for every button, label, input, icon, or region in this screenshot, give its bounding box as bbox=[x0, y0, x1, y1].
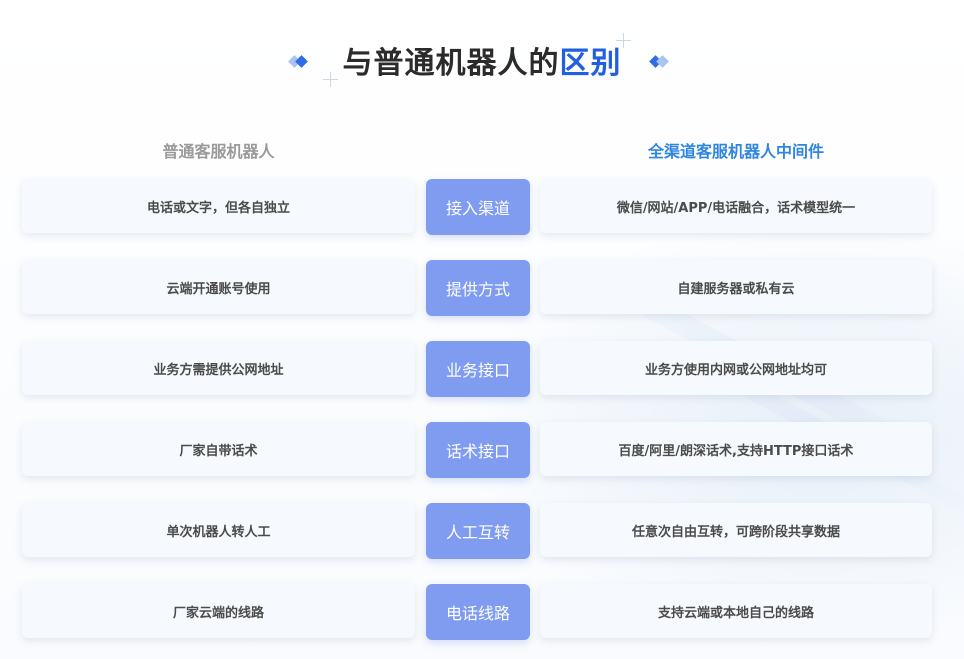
normal-bot-cell: 厂家云端的线路 bbox=[22, 584, 415, 638]
background bbox=[0, 0, 964, 659]
page-title-main: 与普通机器人的 bbox=[342, 46, 560, 81]
comparison-row: 云端开通账号使用 提供方式 自建服务器或私有云 bbox=[0, 260, 964, 316]
omnichannel-bot-cell: 支持云端或本地自己的线路 bbox=[540, 584, 932, 638]
column-header-normal-bot: 普通客服机器人 bbox=[162, 142, 275, 161]
normal-bot-cell: 厂家自带话术 bbox=[22, 422, 415, 476]
feature-label: 电话线路 bbox=[426, 584, 530, 640]
page-title: 与普通机器人的区别 bbox=[0, 38, 964, 94]
feature-label: 接入渠道 bbox=[426, 179, 530, 235]
feature-label: 话术接口 bbox=[426, 422, 530, 478]
normal-bot-cell: 单次机器人转人工 bbox=[22, 503, 415, 557]
normal-bot-cell: 云端开通账号使用 bbox=[22, 260, 415, 314]
comparison-row: 电话或文字，但各自独立 接入渠道 微信/网站/APP/电话融合，话术模型统一 bbox=[0, 179, 964, 235]
feature-label: 业务接口 bbox=[426, 341, 530, 397]
comparison-row: 业务方需提供公网地址 业务接口 业务方使用内网或公网地址均可 bbox=[0, 341, 964, 397]
feature-label: 人工互转 bbox=[426, 503, 530, 559]
omnichannel-bot-cell: 百度/阿里/朗深话术,支持HTTP接口话术 bbox=[540, 422, 932, 476]
comparison-row: 单次机器人转人工 人工互转 任意次自由互转，可跨阶段共享数据 bbox=[0, 503, 964, 559]
column-header-omnichannel-bot: 全渠道客服机器人中间件 bbox=[647, 142, 824, 161]
omnichannel-bot-cell: 业务方使用内网或公网地址均可 bbox=[540, 341, 932, 395]
omnichannel-bot-cell: 微信/网站/APP/电话融合，话术模型统一 bbox=[540, 179, 932, 233]
omnichannel-bot-cell: 任意次自由互转，可跨阶段共享数据 bbox=[540, 503, 932, 557]
comparison-row: 厂家云端的线路 电话线路 支持云端或本地自己的线路 bbox=[0, 584, 964, 640]
comparison-row: 厂家自带话术 话术接口 百度/阿里/朗深话术,支持HTTP接口话术 bbox=[0, 422, 964, 478]
feature-label: 提供方式 bbox=[426, 260, 530, 316]
normal-bot-cell: 业务方需提供公网地址 bbox=[22, 341, 415, 395]
omnichannel-bot-cell: 自建服务器或私有云 bbox=[540, 260, 932, 314]
normal-bot-cell: 电话或文字，但各自独立 bbox=[22, 179, 415, 233]
page-title-accent: 区别 bbox=[559, 46, 622, 81]
